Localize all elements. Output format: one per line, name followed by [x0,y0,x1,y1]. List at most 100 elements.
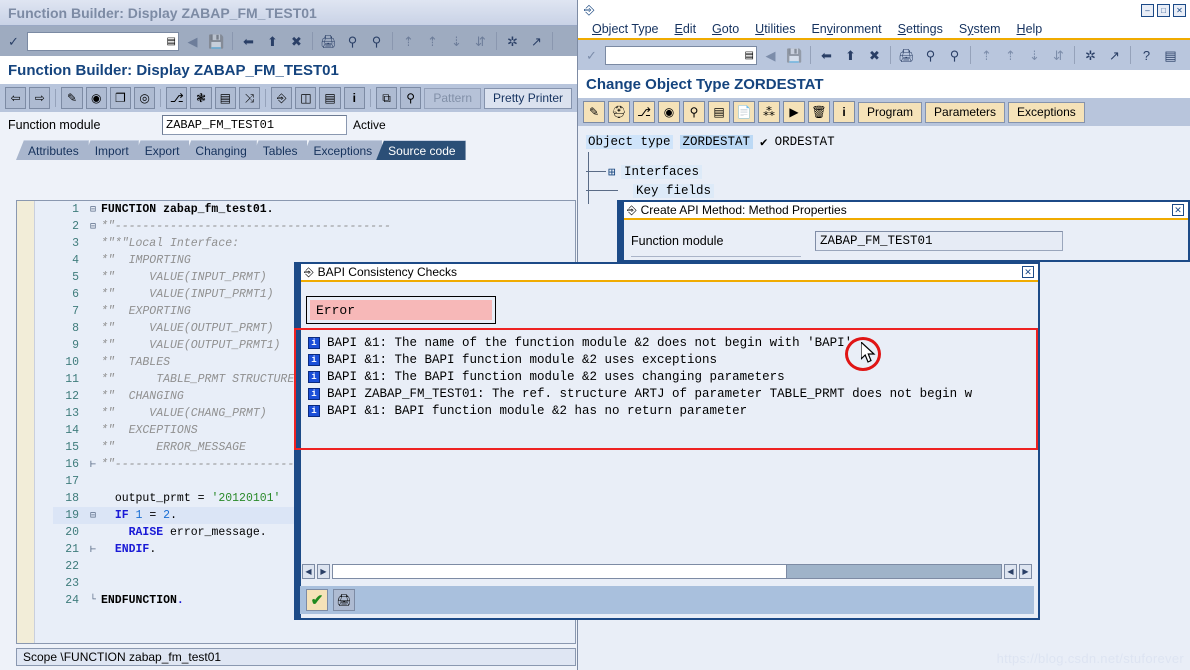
menu-item-edit[interactable]: Edit [675,22,697,36]
tab-exceptions[interactable]: Exceptions [301,140,383,160]
fold-marker[interactable]: ⊟ [85,204,101,216]
command-dropdown-icon[interactable]: ▤ [745,50,754,61]
menu-item-object-type[interactable]: Object Type [592,22,659,36]
api-function-module-field[interactable]: ZABAP_FM_TEST01 [815,231,1063,251]
status-icon[interactable]: ◉ [658,101,680,123]
stack-icon[interactable]: ◫ [295,87,317,109]
scroll-right-button[interactable]: ▶ [317,564,330,579]
new-document-icon[interactable]: 📄 [733,101,755,123]
execute-icon[interactable]: ▶ [783,101,805,123]
right-command-field[interactable]: ▤ [605,45,757,65]
hat-icon[interactable]: ⛑ [608,101,630,123]
create-session-icon[interactable]: ✲ [1080,45,1101,66]
object-type-value[interactable]: ZORDESTAT [679,135,754,149]
api-dialog-close-icon[interactable]: ✕ [1172,204,1184,216]
scroll-right-button-2[interactable]: ▶ [1019,564,1032,579]
program-button[interactable]: Program [858,101,923,123]
tab-export[interactable]: Export [132,140,190,160]
compare-icon[interactable]: ⚲ [400,87,422,109]
tab-import[interactable]: Import [82,140,139,160]
bapi-message-row[interactable]: i BAPI &1: BAPI function module &2 has no… [308,402,1038,419]
editor-breakpoint-gutter[interactable] [17,201,35,643]
menu-item-environment[interactable]: Environment [811,22,881,36]
last-page-icon[interactable]: ⇵ [470,31,491,52]
back-icon[interactable]: ⇦ [5,87,27,109]
scroll-track[interactable] [332,564,1002,579]
info-icon[interactable]: i [833,101,855,123]
bapi-message-row[interactable]: i BAPI &1: The BAPI function module &2 us… [308,351,1038,368]
scroll-thumb[interactable] [333,565,788,578]
pattern-button[interactable]: Pattern [424,87,482,109]
enter-check-icon[interactable]: ✓ [581,45,602,66]
cancel-icon[interactable]: ✖ [286,31,307,52]
api-dialog-titlebar[interactable]: ⎆ Create API Method: Method Properties ✕ [619,202,1188,220]
display-change-icon[interactable]: ✎ [61,87,83,109]
maximize-button[interactable]: □ [1157,3,1170,17]
code-line[interactable]: 1 ⊟ FUNCTION zabap_fm_test01. [53,201,575,218]
exit-icon[interactable]: ⬆ [840,45,861,66]
bapi-dialog-close-icon[interactable]: ✕ [1022,266,1034,278]
help-icon[interactable]: ? [1136,45,1157,66]
cancel-icon[interactable]: ✖ [864,45,885,66]
back-icon[interactable]: ⬅ [238,31,259,52]
insert-statement-icon[interactable]: ❃ [190,87,212,109]
api-method-icon[interactable]: ⁂ [758,101,780,123]
display-object-list-icon[interactable]: ▤ [214,87,236,109]
minimize-button[interactable]: – [1141,3,1154,17]
check-objects-icon[interactable]: ◉ [85,87,107,109]
find-icon[interactable]: ⚲ [920,45,941,66]
other-object-icon[interactable]: ❐ [109,87,132,109]
fold-marker[interactable]: ⊟ [85,510,101,522]
fold-marker[interactable]: ⊢ [85,459,101,471]
menu-item-utilities[interactable]: Utilities [755,22,795,36]
bapi-dialog-titlebar[interactable]: ⎆ BAPI Consistency Checks ✕ [296,264,1038,282]
scroll-left-button[interactable]: ◀ [302,564,315,579]
tree-node-key-fields[interactable]: Key fields [586,181,1190,200]
hierarchy-icon[interactable]: ⎆ [271,87,293,109]
tab-tables[interactable]: Tables [250,140,308,160]
menu-item-goto[interactable]: Goto [712,22,739,36]
copy-icon[interactable]: ⧉ [375,87,398,109]
print-button[interactable]: 🖨 [333,589,355,611]
tab-source-code[interactable]: Source code [376,140,466,160]
left-command-field[interactable]: ▤ [27,31,179,51]
close-button[interactable]: ✕ [1173,3,1186,17]
find-next-icon[interactable]: ⚲ [366,31,387,52]
back-arrow-icon[interactable]: ◀ [182,31,203,52]
create-shortcut-icon[interactable]: ↗ [1104,45,1125,66]
bapi-message-row[interactable]: i BAPI &1: The BAPI function module &2 us… [308,368,1038,385]
menu-item-settings[interactable]: Settings [898,22,943,36]
tree-node-interfaces[interactable]: ⊞ Interfaces [586,162,1190,181]
forward-icon[interactable]: ⇨ [29,87,51,109]
menu-item-help[interactable]: Help [1017,22,1043,36]
code-line[interactable]: 2 ⊟ *"------------------------------------… [53,218,575,235]
next-page-icon[interactable]: ⇣ [446,31,467,52]
menu-item-system[interactable]: System [959,22,1001,36]
fold-marker[interactable]: └ [85,595,101,606]
first-page-icon[interactable]: ⇡ [398,31,419,52]
navigate-icon[interactable]: ⤨ [238,87,261,109]
scroll-left-button-2[interactable]: ◀ [1004,564,1017,579]
create-session-icon[interactable]: ✲ [502,31,523,52]
fold-marker[interactable]: ⊟ [85,221,101,233]
create-shortcut-icon[interactable]: ↗ [526,31,547,52]
function-module-input[interactable]: ZABAP_FM_TEST01 [162,115,347,135]
previous-page-icon[interactable]: ⇡ [422,31,443,52]
where-used-list-icon[interactable]: ⎇ [166,87,188,109]
tab-attributes[interactable]: Attributes [16,140,89,160]
last-page-icon[interactable]: ⇵ [1048,45,1069,66]
parameters-button[interactable]: Parameters [925,101,1006,123]
activate-icon[interactable]: ◎ [134,87,156,109]
back-arrow-icon[interactable]: ◀ [760,45,781,66]
command-dropdown-icon[interactable]: ▤ [167,36,176,47]
bapi-horizontal-scrollbar[interactable]: ◀ ▶ ◀ ▶ [302,563,1032,580]
print-icon[interactable]: 🖨 [896,45,917,66]
tree-expander-icon[interactable]: ⊞ [608,164,621,180]
previous-page-icon[interactable]: ⇡ [1000,45,1021,66]
customize-layout-icon[interactable]: ▤ [1160,45,1181,66]
program-view-icon[interactable]: ▤ [708,101,730,123]
list-icon[interactable]: ▤ [319,87,341,109]
info-icon[interactable]: i [343,87,365,109]
save-icon[interactable]: 💾 [784,45,805,66]
enter-check-icon[interactable]: ✓ [3,31,24,52]
